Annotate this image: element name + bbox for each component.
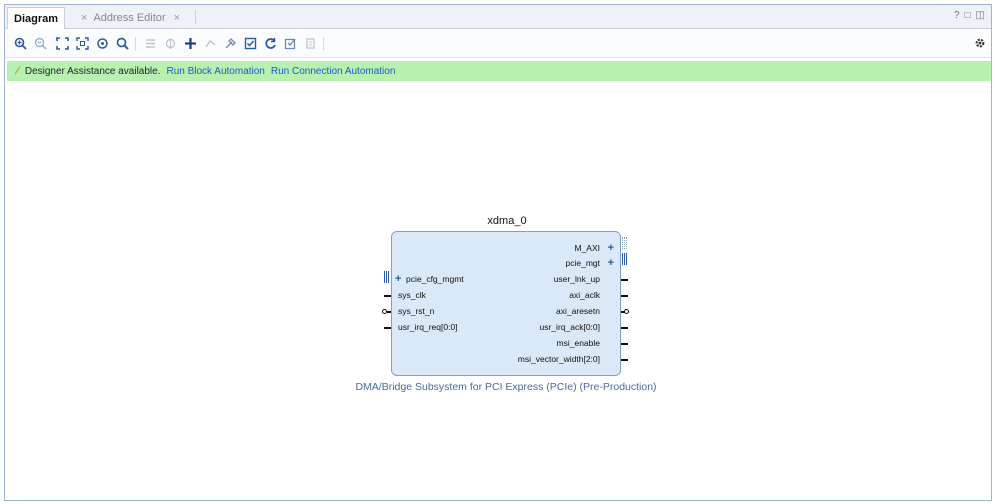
m-axi-bus-pin[interactable] xyxy=(622,237,627,249)
toolbar-divider xyxy=(135,37,136,51)
pcie-mgt-bus-pin[interactable] xyxy=(622,253,627,265)
pinning-icon[interactable] xyxy=(301,34,319,52)
search-icon[interactable] xyxy=(113,34,131,52)
port-sys-clk[interactable]: sys_clk xyxy=(398,290,426,300)
expand-interface-icon[interactable]: + xyxy=(395,274,401,285)
toolbar-divider xyxy=(323,37,324,51)
user-lnk-up-pin[interactable] xyxy=(621,279,628,281)
port-pcie-cfg-mgmt[interactable]: pcie_cfg_mgmt xyxy=(406,274,464,284)
center-icon[interactable] xyxy=(161,34,179,52)
block-description: DMA/Bridge Subsystem for PCI Express (PC… xyxy=(355,381,657,393)
tab-address-editor[interactable]: × Address Editor × xyxy=(75,7,186,28)
xdma-block[interactable]: M_AXI pcie_mgt user_lnk_up axi_aclk axi_… xyxy=(391,231,621,376)
tab-bar: Diagram × Address Editor × ? □ ◫ xyxy=(5,5,991,29)
tab-divider xyxy=(195,10,196,24)
window-controls: ? □ ◫ xyxy=(954,10,985,21)
port-pcie-mgt[interactable]: pcie_mgt xyxy=(566,258,601,268)
close-icon[interactable]: × xyxy=(174,12,180,24)
run-block-automation-link[interactable]: Run Block Automation xyxy=(166,66,264,77)
msi-enable-pin[interactable] xyxy=(621,343,628,345)
gear-icon[interactable] xyxy=(971,34,989,52)
diagram-toolbar xyxy=(5,30,991,58)
usr-irq-ack-pin[interactable] xyxy=(621,327,628,329)
port-axi-aresetn[interactable]: axi_aresetn xyxy=(556,306,600,316)
expand-interface-icon[interactable]: + xyxy=(608,258,614,269)
expand-interface-icon[interactable]: + xyxy=(608,243,614,254)
sys-clk-pin[interactable] xyxy=(384,295,391,297)
block-instance-name: xdma_0 xyxy=(487,215,527,227)
run-connection-automation-link[interactable]: Run Connection Automation xyxy=(271,66,396,77)
designer-assistance-banner: ⁄ Designer Assistance available. Run Blo… xyxy=(7,61,991,81)
port-usr-irq-ack[interactable]: usr_irq_ack[0:0] xyxy=(540,322,600,332)
port-user-lnk-up[interactable]: user_lnk_up xyxy=(554,274,600,284)
route-icon[interactable] xyxy=(201,34,219,52)
port-msi-vector-width[interactable]: msi_vector_width[2:0] xyxy=(518,354,600,364)
port-usr-irq-req[interactable]: usr_irq_req[0:0] xyxy=(398,322,458,332)
optimize-icon[interactable] xyxy=(281,34,299,52)
msi-vector-width-pin[interactable] xyxy=(621,359,628,361)
zoom-fit-icon[interactable] xyxy=(53,34,71,52)
restore-icon[interactable]: □ xyxy=(965,10,971,21)
invert-bubble-icon xyxy=(624,308,629,314)
port-m-axi[interactable]: M_AXI xyxy=(574,243,600,253)
regenerate-icon[interactable] xyxy=(261,34,279,52)
tab-address-editor-label: Address Editor xyxy=(93,11,166,24)
usr-irq-req-pin[interactable] xyxy=(384,327,391,329)
fit-selection-icon[interactable] xyxy=(73,34,91,52)
align-icon[interactable] xyxy=(141,34,159,52)
close-icon[interactable]: × xyxy=(81,12,87,24)
zoom-in-icon[interactable] xyxy=(11,34,29,52)
zoom-out-icon[interactable] xyxy=(31,34,49,52)
tab-diagram-label: Diagram xyxy=(14,12,59,25)
pcie-cfg-mgmt-bus-pin[interactable] xyxy=(384,271,389,283)
auto-fit-icon[interactable] xyxy=(93,34,111,52)
sys-rst-n-pin[interactable] xyxy=(387,311,391,313)
properties-icon[interactable] xyxy=(221,34,239,52)
wand-icon: ⁄ xyxy=(17,65,19,77)
validate-icon[interactable] xyxy=(241,34,259,52)
port-msi-enable[interactable]: msi_enable xyxy=(557,338,600,348)
help-icon[interactable]: ? xyxy=(954,10,960,21)
axi-aclk-pin[interactable] xyxy=(621,295,628,297)
port-axi-aclk[interactable]: axi_aclk xyxy=(569,290,600,300)
port-sys-rst-n[interactable]: sys_rst_n xyxy=(398,306,434,316)
add-ip-icon[interactable] xyxy=(181,34,199,52)
tab-diagram[interactable]: Diagram xyxy=(7,7,66,29)
maximize-icon[interactable]: ◫ xyxy=(976,10,985,21)
assist-text: Designer Assistance available. xyxy=(24,65,161,77)
